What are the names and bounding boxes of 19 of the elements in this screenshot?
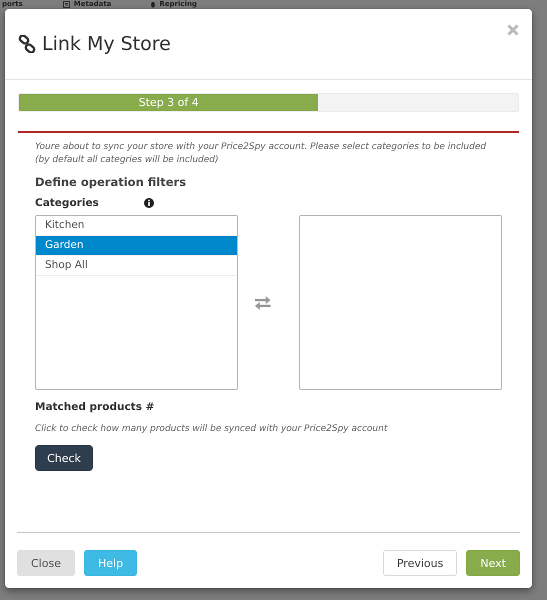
categories-label: Categories	[35, 197, 99, 209]
check-button[interactable]: Check	[35, 445, 93, 471]
footer-button[interactable]: Next	[466, 550, 520, 576]
footer-button[interactable]: Help	[84, 550, 138, 576]
link-icon	[18, 35, 36, 53]
mouse-icon	[151, 1, 156, 8]
category-option[interactable]: Shop All	[36, 256, 237, 276]
matched-products-label: Matched products #	[35, 401, 156, 413]
footer-button[interactable]: Previous	[382, 550, 458, 576]
info-icon[interactable]	[144, 198, 154, 208]
footer-button[interactable]: Close	[17, 550, 75, 576]
swap-arrows-icon	[254, 296, 272, 310]
matched-hint-text: Click to check how many products will be synced with your Price2Spy account	[35, 423, 389, 436]
section-title: Define operation filters	[35, 175, 188, 189]
progress-label: Step 3 of 4	[138, 96, 199, 109]
category-option[interactable]: Garden	[36, 236, 237, 256]
intro-text: Youre about to sync your store with your Price2Spy account. Please select categories to be included (by default all categries will be included)	[35, 141, 488, 167]
document-icon	[62, 1, 70, 8]
dialog-title: Link My Store	[42, 33, 171, 55]
